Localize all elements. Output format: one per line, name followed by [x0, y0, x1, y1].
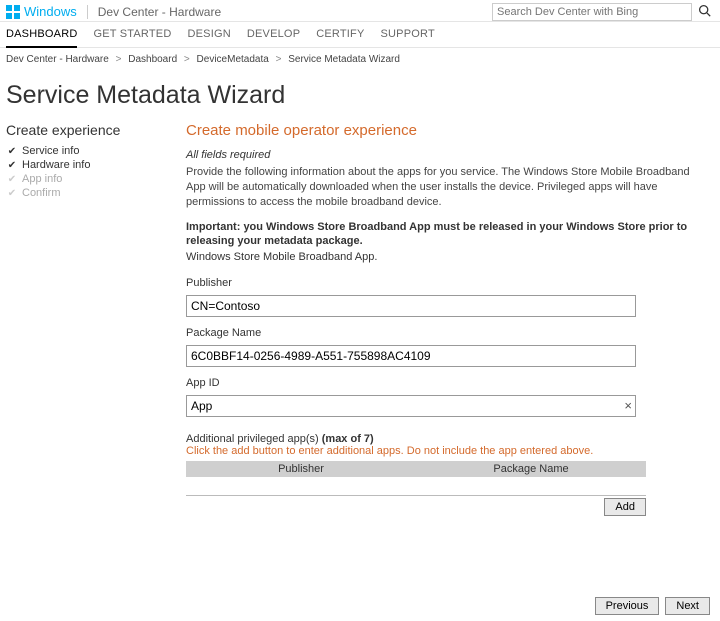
search-icon — [698, 4, 711, 20]
subsite-label: Dev Center - Hardware — [98, 5, 221, 19]
important-note: Important: you Windows Store Broadband A… — [186, 220, 704, 250]
breadcrumb-item-1[interactable]: Dashboard — [128, 54, 177, 65]
tab-certify[interactable]: CERTIFY — [316, 28, 364, 47]
tab-develop[interactable]: DEVELOP — [247, 28, 300, 47]
sidebar-step-hardware-info[interactable]: ✔ Hardware info — [6, 158, 166, 172]
sidebar-step-confirm[interactable]: ✔ Confirm — [6, 186, 166, 200]
sidebar-step-label: Confirm — [22, 187, 61, 199]
additional-apps-hint: Click the add button to enter additional… — [186, 445, 704, 457]
check-icon: ✔ — [6, 188, 18, 199]
description-text: Provide the following information about … — [186, 165, 704, 210]
additional-apps-table: Publisher Package Name — [186, 461, 646, 496]
tab-get-started[interactable]: GET STARTED — [93, 28, 171, 47]
sidebar-step-label: App info — [22, 173, 62, 185]
important-note-text: Important: you Windows Store Broadband A… — [186, 221, 687, 248]
additional-apps-heading: Additional privileged app(s) (max of 7) — [186, 433, 704, 445]
nav-tabs: DASHBOARD GET STARTED DESIGN DEVELOP CER… — [0, 22, 720, 48]
additional-apps-col-publisher: Publisher — [186, 461, 416, 477]
page-title: Service Metadata Wizard — [0, 71, 720, 122]
add-app-button[interactable]: Add — [604, 498, 646, 516]
package-name-input[interactable] — [186, 345, 636, 367]
divider — [87, 5, 88, 19]
tab-design[interactable]: DESIGN — [187, 28, 230, 47]
sidebar-title: Create experience — [6, 122, 166, 138]
publisher-label: Publisher — [186, 277, 704, 289]
important-sub: Windows Store Mobile Broadband App. — [186, 251, 704, 263]
previous-button[interactable]: Previous — [595, 597, 660, 615]
windows-logo-link[interactable]: Windows — [6, 4, 77, 19]
app-id-label: App ID — [186, 377, 704, 389]
breadcrumb-item-3[interactable]: Service Metadata Wizard — [288, 54, 400, 65]
sidebar-step-label: Service info — [22, 145, 79, 157]
clear-input-icon[interactable]: × — [624, 398, 632, 413]
search-input[interactable] — [492, 3, 692, 21]
sidebar-step-service-info[interactable]: ✔ Service info — [6, 144, 166, 158]
tab-support[interactable]: SUPPORT — [381, 28, 435, 47]
check-icon: ✔ — [6, 146, 18, 157]
sidebar-step-label: Hardware info — [22, 159, 90, 171]
additional-apps-heading-max: (max of 7) — [322, 433, 374, 445]
section-title: Create mobile operator experience — [186, 122, 704, 139]
required-note: All fields required — [186, 149, 704, 161]
search-wrap — [492, 2, 714, 22]
search-button[interactable] — [694, 2, 714, 22]
check-icon: ✔ — [6, 160, 18, 171]
chevron-right-icon: > — [116, 54, 122, 65]
breadcrumb: Dev Center - Hardware > Dashboard > Devi… — [0, 48, 720, 71]
package-name-label: Package Name — [186, 327, 704, 339]
chevron-right-icon: > — [184, 54, 190, 65]
footer-buttons: Previous Next — [595, 597, 710, 615]
breadcrumb-item-0[interactable]: Dev Center - Hardware — [6, 54, 109, 65]
publisher-input[interactable] — [186, 295, 636, 317]
additional-apps-col-package: Package Name — [416, 461, 646, 477]
check-icon: ✔ — [6, 174, 18, 185]
main-area: Create experience ✔ Service info ✔ Hardw… — [0, 122, 720, 516]
sidebar: Create experience ✔ Service info ✔ Hardw… — [6, 122, 166, 200]
breadcrumb-item-2[interactable]: DeviceMetadata — [197, 54, 269, 65]
table-row — [186, 477, 646, 495]
windows-logo-icon — [6, 5, 20, 19]
content-area: Create mobile operator experience All fi… — [166, 122, 714, 516]
additional-apps-heading-text: Additional privileged app(s) — [186, 433, 322, 445]
tab-dashboard[interactable]: DASHBOARD — [6, 28, 77, 48]
windows-brand-text: Windows — [24, 4, 77, 19]
sidebar-step-app-info[interactable]: ✔ App info — [6, 172, 166, 186]
next-button[interactable]: Next — [665, 597, 710, 615]
chevron-right-icon: > — [276, 54, 282, 65]
top-bar: Windows Dev Center - Hardware — [0, 0, 720, 22]
app-id-input[interactable] — [186, 395, 636, 417]
